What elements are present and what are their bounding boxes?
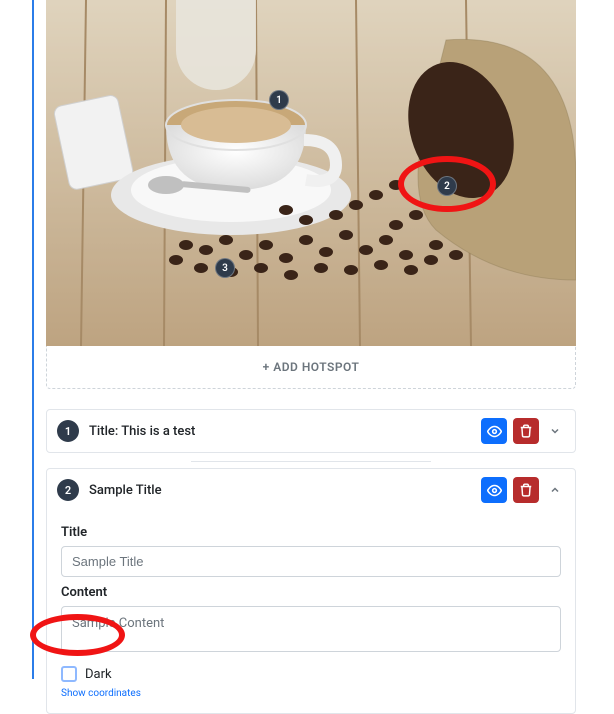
show-coordinates-link[interactable]: Show coordinates [61, 688, 561, 699]
title-label: Title [61, 525, 561, 540]
content-input[interactable] [61, 606, 561, 652]
expand-toggle[interactable] [545, 421, 565, 441]
eye-icon [487, 483, 502, 498]
panel-header[interactable]: 2 Sample Title [47, 469, 575, 511]
collapse-toggle[interactable] [545, 480, 565, 500]
panel-body: Title Content Dark Show coordinates [47, 511, 575, 713]
eye-icon [487, 424, 502, 439]
dark-checkbox-label: Dark [85, 667, 112, 682]
panel-title: Title: This is a test [89, 424, 481, 439]
panel-number-badge: 2 [57, 479, 79, 501]
panel-header[interactable]: 1 Title: This is a test [47, 410, 575, 452]
hotspot-marker-3[interactable]: 3 [215, 258, 235, 278]
chevron-up-icon [549, 484, 561, 496]
hotspot-panel-2: 2 Sample Title Title Content [46, 468, 576, 714]
delete-button[interactable] [513, 477, 539, 503]
sidebar-indicator [32, 0, 34, 679]
panel-title: Sample Title [89, 483, 481, 498]
add-hotspot-button[interactable]: + ADD HOTSPOT [46, 346, 576, 389]
hotspot-marker-1[interactable]: 1 [269, 90, 289, 110]
delete-button[interactable] [513, 418, 539, 444]
content-label: Content [61, 585, 561, 600]
trash-icon [519, 424, 533, 438]
chevron-down-icon [549, 425, 561, 437]
dark-checkbox[interactable] [61, 666, 77, 682]
dark-checkbox-row: Dark [61, 666, 561, 682]
panel-divider [191, 461, 431, 462]
panel-number-badge: 1 [57, 420, 79, 442]
editor-content: 1 2 3 + ADD HOTSPOT 1 Title: This is a t… [46, 0, 576, 714]
hotspot-panel-1: 1 Title: This is a test [46, 409, 576, 453]
title-input[interactable] [61, 546, 561, 577]
visibility-toggle-button[interactable] [481, 477, 507, 503]
hotspot-image-area[interactable]: 1 2 3 [46, 0, 576, 346]
background-image [46, 0, 576, 346]
hotspot-marker-2[interactable]: 2 [437, 176, 457, 196]
visibility-toggle-button[interactable] [481, 418, 507, 444]
hotspot-panels: 1 Title: This is a test 2 [46, 409, 576, 714]
trash-icon [519, 483, 533, 497]
